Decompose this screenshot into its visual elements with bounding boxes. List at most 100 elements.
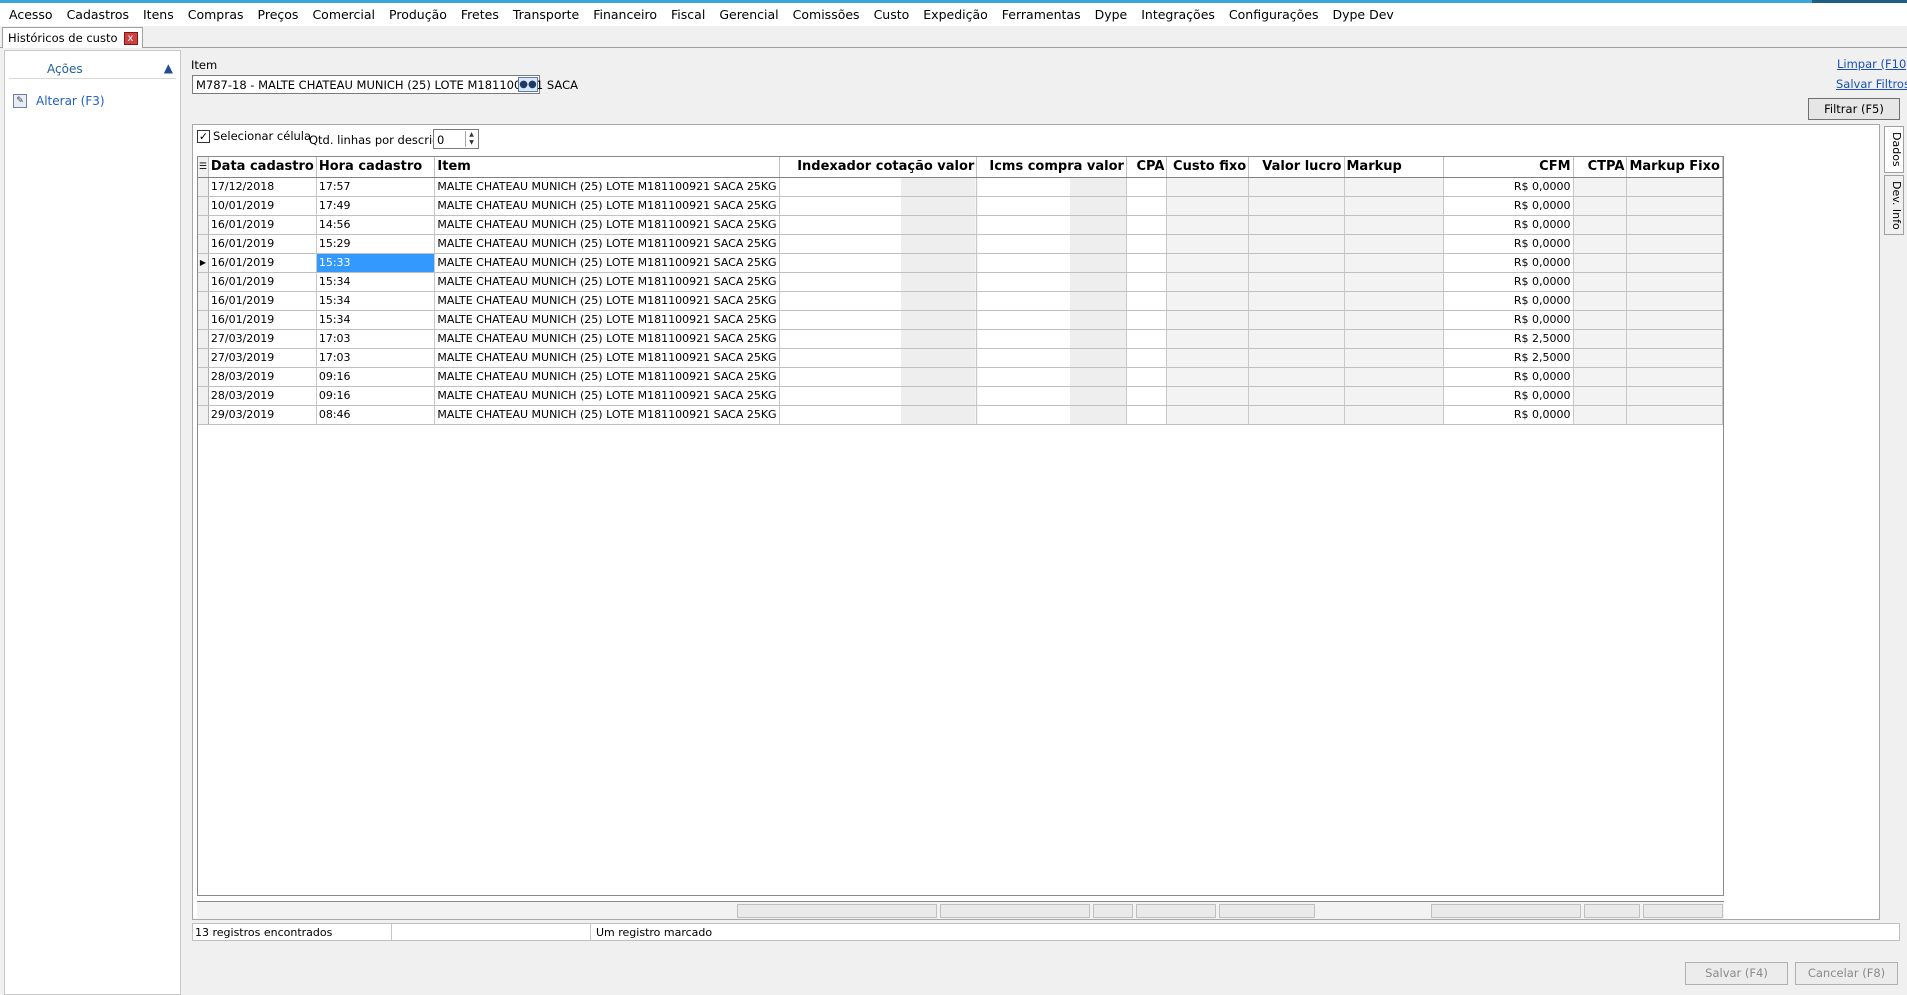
- row-indicator[interactable]: [198, 177, 209, 197]
- grid-cell[interactable]: 10/01/2019: [208, 196, 317, 216]
- grid-cell[interactable]: [1126, 234, 1168, 254]
- grid-cell[interactable]: 28/03/2019: [208, 386, 317, 406]
- menu-item[interactable]: Custo: [867, 7, 917, 22]
- grid-cell[interactable]: 17:03: [316, 329, 436, 349]
- select-cell-checkbox[interactable]: ✓: [197, 129, 210, 143]
- grid-cell[interactable]: [1248, 177, 1345, 197]
- menu-item[interactable]: Financeiro: [586, 7, 664, 22]
- grid-cell[interactable]: [976, 386, 1127, 406]
- grid-cell[interactable]: [976, 291, 1127, 311]
- grid-cell[interactable]: [976, 253, 1127, 273]
- grid-cell[interactable]: [1166, 272, 1250, 292]
- grid-cell[interactable]: [1626, 386, 1723, 406]
- grid-cell[interactable]: MALTE CHATEAU MUNICH (25) LOTE M18110092…: [434, 272, 780, 292]
- menu-item[interactable]: Produção: [382, 7, 454, 22]
- grid-cell[interactable]: [779, 386, 978, 406]
- save-filters-link[interactable]: Salvar Filtros: [1836, 77, 1907, 91]
- grid-cell[interactable]: [1626, 234, 1723, 254]
- table-row[interactable]: 16/01/2019 15:34 MALTE CHATEAU MUNICH (25)…: [198, 291, 1723, 311]
- grid-cell[interactable]: [779, 177, 978, 197]
- select-cell-option[interactable]: ✓ Selecionar célula: [197, 129, 311, 143]
- grid-cell[interactable]: MALTE CHATEAU MUNICH (25) LOTE M18110092…: [434, 386, 780, 406]
- grid-cell[interactable]: [1248, 234, 1345, 254]
- tab-historicos-de-custo[interactable]: Históricos de custo x: [2, 27, 143, 48]
- grid-cell[interactable]: [779, 234, 978, 254]
- close-tab-icon[interactable]: x: [123, 31, 138, 45]
- grid-cell[interactable]: [1573, 405, 1628, 425]
- grid-cell[interactable]: [1626, 367, 1723, 387]
- table-row[interactable]: 28/03/2019 09:16 MALTE CHATEAU MUNICH (25)…: [198, 367, 1723, 387]
- grid-cell[interactable]: 15:33: [316, 253, 436, 273]
- menu-item[interactable]: Compras: [181, 7, 251, 22]
- column-header[interactable]: CFM: [1443, 157, 1574, 178]
- grid-cell[interactable]: [1166, 405, 1250, 425]
- grid-cell[interactable]: 16/01/2019: [208, 215, 317, 235]
- row-indicator-header[interactable]: ☰: [198, 157, 209, 178]
- table-row[interactable]: 28/03/2019 09:16 MALTE CHATEAU MUNICH (25)…: [198, 386, 1723, 406]
- grid-cell[interactable]: 09:16: [316, 367, 436, 387]
- grid-cell[interactable]: R$ 0,0000: [1443, 196, 1574, 216]
- grid-cell[interactable]: [1248, 386, 1345, 406]
- grid-cell[interactable]: [1573, 386, 1628, 406]
- grid-cell[interactable]: 08:46: [316, 405, 436, 425]
- grid-cell[interactable]: [1166, 386, 1250, 406]
- grid-cell[interactable]: [1344, 291, 1444, 311]
- grid-cell[interactable]: [1126, 215, 1168, 235]
- grid-cell[interactable]: MALTE CHATEAU MUNICH (25) LOTE M18110092…: [434, 196, 780, 216]
- grid-cell[interactable]: [1573, 196, 1628, 216]
- column-header[interactable]: Markup Fixo: [1626, 157, 1723, 178]
- menu-item[interactable]: Fiscal: [664, 7, 712, 22]
- grid-cell[interactable]: 27/03/2019: [208, 329, 317, 349]
- grid-cell[interactable]: MALTE CHATEAU MUNICH (25) LOTE M18110092…: [434, 234, 780, 254]
- grid-cell[interactable]: [1573, 177, 1628, 197]
- grid-cell[interactable]: [1166, 310, 1250, 330]
- grid-cell[interactable]: R$ 0,0000: [1443, 253, 1574, 273]
- grid-cell[interactable]: 14:56: [316, 215, 436, 235]
- grid-cell[interactable]: 28/03/2019: [208, 367, 317, 387]
- table-row[interactable]: 16/01/2019 14:56 MALTE CHATEAU MUNICH (25)…: [198, 215, 1723, 235]
- grid-cell[interactable]: R$ 0,0000: [1443, 234, 1574, 254]
- menu-item[interactable]: Fretes: [454, 7, 506, 22]
- grid-cell[interactable]: [1626, 215, 1723, 235]
- grid-cell[interactable]: MALTE CHATEAU MUNICH (25) LOTE M18110092…: [434, 310, 780, 330]
- table-row[interactable]: 17/12/2018 17:57 MALTE CHATEAU MUNICH (25)…: [198, 177, 1723, 197]
- grid-cell[interactable]: [1626, 348, 1723, 368]
- grid-cell[interactable]: [1248, 253, 1345, 273]
- grid-cell[interactable]: [1573, 291, 1628, 311]
- clear-filters-link[interactable]: Limpar (F10): [1837, 57, 1907, 71]
- row-indicator[interactable]: [198, 310, 209, 330]
- column-header[interactable]: Indexador cotação valor: [779, 157, 978, 178]
- grid-cell[interactable]: [1344, 310, 1444, 330]
- grid-cell[interactable]: [1248, 291, 1345, 311]
- grid-cell[interactable]: [1248, 272, 1345, 292]
- grid-cell[interactable]: [1626, 272, 1723, 292]
- menu-item[interactable]: Dype Dev: [1325, 7, 1400, 22]
- grid-cell[interactable]: 15:34: [316, 310, 436, 330]
- grid-cell[interactable]: [1344, 177, 1444, 197]
- grid-cell[interactable]: [1626, 329, 1723, 349]
- menu-item[interactable]: Ferramentas: [995, 7, 1088, 22]
- grid-cell[interactable]: [1166, 291, 1250, 311]
- grid-cell[interactable]: [1248, 196, 1345, 216]
- grid-cell[interactable]: [976, 196, 1127, 216]
- lines-per-description-stepper[interactable]: 0 ▲ ▼: [433, 129, 479, 149]
- grid-cell[interactable]: [1573, 367, 1628, 387]
- grid-cell[interactable]: [1126, 177, 1168, 197]
- grid-cell[interactable]: [1573, 253, 1628, 273]
- grid-cell[interactable]: MALTE CHATEAU MUNICH (25) LOTE M18110092…: [434, 215, 780, 235]
- chevron-up-icon[interactable]: ▲: [164, 61, 173, 75]
- grid-cell[interactable]: [779, 310, 978, 330]
- spinner-arrows-icon[interactable]: ▲ ▼: [465, 131, 477, 147]
- grid-cell[interactable]: MALTE CHATEAU MUNICH (25) LOTE M18110092…: [434, 291, 780, 311]
- grid-cell[interactable]: [1573, 215, 1628, 235]
- row-indicator[interactable]: [198, 386, 209, 406]
- menu-item[interactable]: Comissões: [786, 7, 867, 22]
- grid-cell[interactable]: [1166, 215, 1250, 235]
- grid-cell[interactable]: [1166, 253, 1250, 273]
- grid-cell[interactable]: R$ 0,0000: [1443, 291, 1574, 311]
- grid-cell[interactable]: [1344, 196, 1444, 216]
- grid-cell[interactable]: 15:34: [316, 291, 436, 311]
- grid-cell[interactable]: 15:29: [316, 234, 436, 254]
- grid-cell[interactable]: [1126, 291, 1168, 311]
- grid-cell[interactable]: 17:03: [316, 348, 436, 368]
